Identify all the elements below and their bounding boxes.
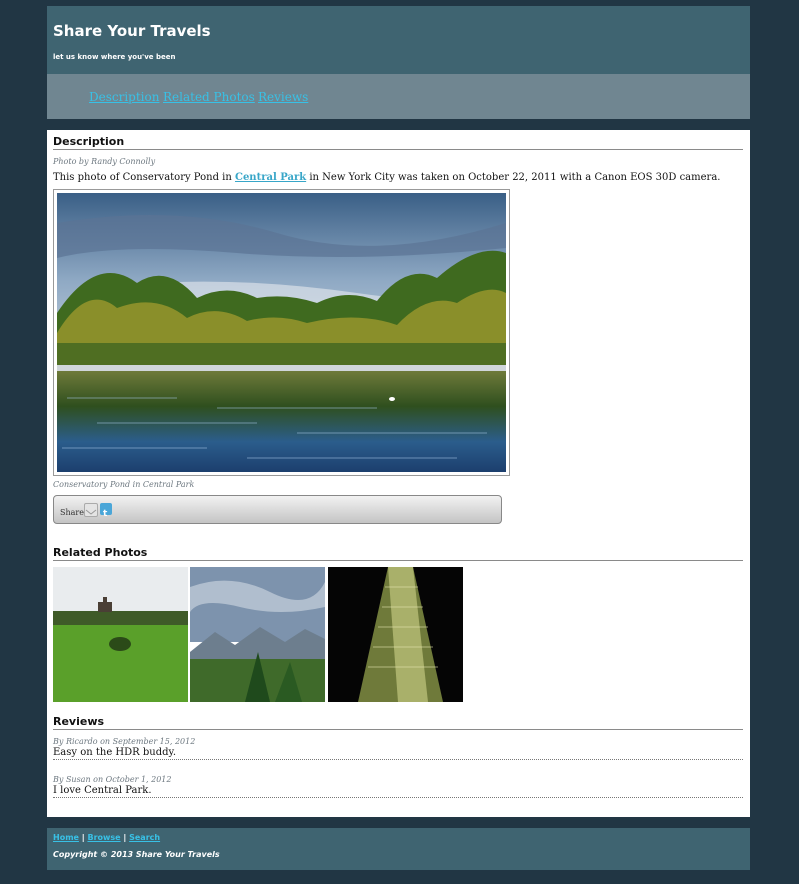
description-text-end: in New York City was taken on October 22…: [306, 172, 721, 183]
photo-byline: Photo by Randy Connolly: [53, 157, 156, 166]
site-footer: Home | Browse | Search Copyright © 2013 …: [47, 828, 750, 870]
nav-link-related-photos[interactable]: Related Photos: [163, 90, 255, 104]
main-photo-frame: [53, 189, 510, 476]
email-icon[interactable]: [84, 503, 98, 517]
site-header: Share Your Travels let us know where you…: [47, 6, 750, 74]
copyright-text: Copyright © 2013 Share Your Travels: [53, 850, 220, 859]
twitter-icon-glyph: t: [103, 509, 108, 519]
share-bar: Share: t: [53, 495, 502, 524]
photo-description: This photo of Conservatory Pond in Centr…: [53, 172, 720, 183]
nav-link-description[interactable]: Description: [89, 90, 159, 104]
related-photos-heading: Related Photos: [53, 546, 743, 561]
review-text: Easy on the HDR buddy.: [53, 747, 743, 760]
pond-photo-art: [57, 193, 506, 472]
related-photo-field[interactable]: [53, 567, 188, 702]
reviews-heading: Reviews: [53, 715, 743, 730]
description-text-start: This photo of Conservatory Pond in: [53, 172, 235, 183]
review-author: By Susan on October 1, 2012: [53, 775, 172, 784]
footer-link-search[interactable]: Search: [129, 833, 160, 842]
site-tagline: let us know where you've been: [53, 53, 176, 61]
site-title: Share Your Travels: [53, 22, 211, 40]
main-nav: Description Related Photos Reviews: [47, 74, 750, 119]
footer-separator: |: [81, 833, 85, 842]
review-author: By Ricardo on September 15, 2012: [53, 737, 196, 746]
email-icon-glyph: [85, 509, 97, 515]
skyscraper-photo: [328, 567, 463, 702]
related-photo-mountains[interactable]: [190, 567, 325, 702]
conservatory-pond-photo: [57, 193, 506, 472]
description-heading: Description: [53, 135, 743, 150]
central-park-link[interactable]: Central Park: [235, 172, 306, 183]
footer-link-home[interactable]: Home: [53, 833, 79, 842]
mountain-valley-photo: [190, 567, 325, 702]
footer-separator: |: [123, 833, 127, 842]
photo-caption: Conservatory Pond in Central Park: [53, 480, 195, 489]
main-content: Description Photo by Randy Connolly This…: [47, 130, 750, 817]
nav-link-reviews[interactable]: Reviews: [258, 90, 308, 104]
twitter-icon[interactable]: t: [100, 503, 112, 519]
review-text: I love Central Park.: [53, 785, 743, 798]
page-wrapper: Share Your Travels let us know where you…: [47, 6, 750, 870]
footer-link-browse[interactable]: Browse: [87, 833, 120, 842]
svg-text:t: t: [103, 509, 108, 518]
footer-links: Home | Browse | Search: [53, 833, 160, 842]
share-label: Share:: [60, 508, 87, 517]
field-with-church-photo: [53, 567, 188, 702]
related-photo-skyscraper[interactable]: [328, 567, 463, 702]
